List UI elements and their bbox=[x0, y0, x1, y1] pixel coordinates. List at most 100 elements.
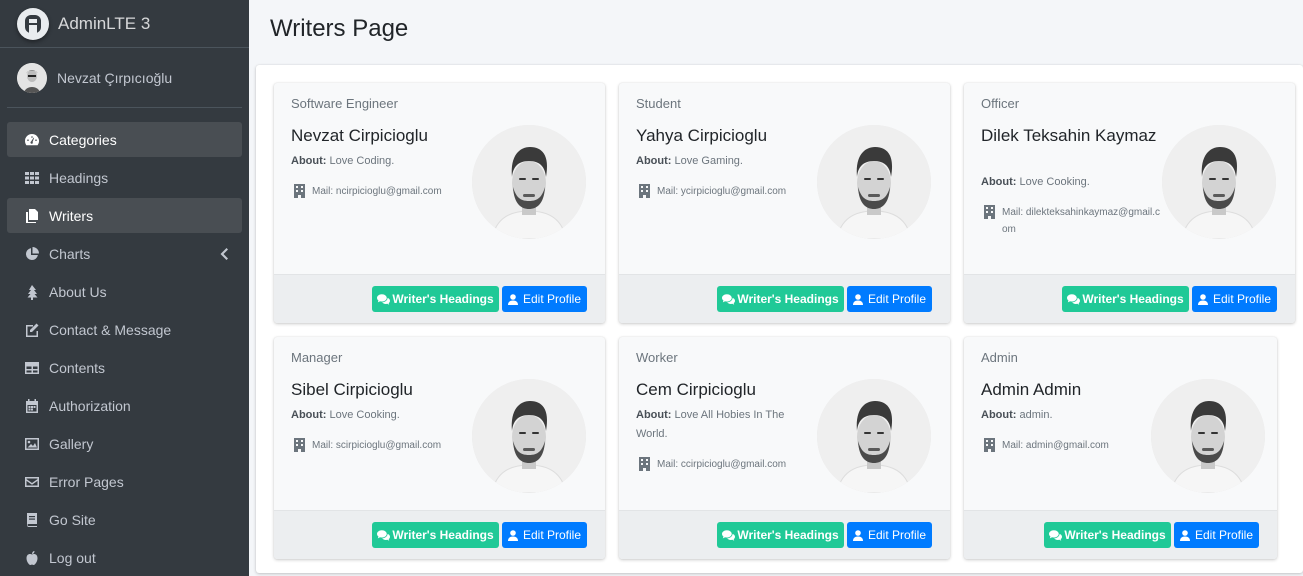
writers-headings-button[interactable]: Writer's Headings bbox=[717, 286, 844, 312]
nav-label: Contact & Message bbox=[49, 321, 172, 338]
building-icon bbox=[984, 204, 996, 238]
writer-name: Nevzat Cirpicioglu bbox=[291, 126, 428, 145]
user-icon bbox=[852, 293, 865, 305]
writer-card: Software Engineer Nevzat Cirpicioglu Abo… bbox=[274, 83, 605, 323]
writer-job: Software Engineer bbox=[291, 96, 398, 111]
user-icon bbox=[507, 529, 520, 541]
writers-headings-button[interactable]: Writer's Headings bbox=[1062, 286, 1189, 312]
about-text: admin. bbox=[1019, 409, 1053, 421]
about-label: About: bbox=[291, 155, 327, 167]
edit-profile-button[interactable]: Edit Profile bbox=[502, 522, 587, 548]
edit-profile-button[interactable]: Edit Profile bbox=[847, 522, 932, 548]
writer-job: Worker bbox=[636, 350, 678, 365]
user-icon bbox=[1179, 529, 1192, 541]
writer-card-body: Student Yahya Cirpicioglu About: Love Ga… bbox=[619, 83, 950, 274]
content-wrapper: Writers Page Software Engineer Nevzat Ci… bbox=[249, 0, 1303, 576]
building-icon bbox=[639, 183, 651, 204]
writer-mail: Mail: scirpicioglu@gmail.com bbox=[294, 437, 474, 458]
headings-button-label: Writer's Headings bbox=[1064, 528, 1166, 542]
headings-button-label: Writer's Headings bbox=[737, 292, 839, 306]
brand-link[interactable]: AdminLTE 3 bbox=[0, 0, 249, 48]
image-icon bbox=[22, 435, 42, 453]
comments-icon bbox=[1067, 293, 1082, 305]
edit-profile-button[interactable]: Edit Profile bbox=[502, 286, 587, 312]
nav-label: Error Pages bbox=[49, 473, 124, 490]
nav-item-authorization[interactable]: Authorization bbox=[7, 388, 242, 423]
about-text: Love Cooking. bbox=[329, 409, 400, 421]
mail-label: Mail: bbox=[312, 440, 334, 451]
nav-item-headings[interactable]: Headings bbox=[7, 160, 242, 195]
writer-card-footer: Writer's Headings Edit Profile bbox=[964, 274, 1295, 323]
nav-item-log-out[interactable]: Log out bbox=[7, 540, 242, 575]
nav-item-go-site[interactable]: Go Site bbox=[7, 502, 242, 537]
nav-label: Headings bbox=[49, 169, 109, 186]
writers-headings-button[interactable]: Writer's Headings bbox=[372, 286, 499, 312]
nav-label: Go Site bbox=[49, 511, 96, 528]
nav-item-contents[interactable]: Contents bbox=[7, 350, 242, 385]
writer-job: Student bbox=[636, 96, 681, 111]
copy-icon bbox=[22, 207, 42, 225]
writers-headings-button[interactable]: Writer's Headings bbox=[1044, 522, 1171, 548]
about-label: About: bbox=[291, 409, 327, 421]
writers-container: Software Engineer Nevzat Cirpicioglu Abo… bbox=[256, 65, 1303, 573]
mail-value: dilekteksahinkaymaz@gmail.com bbox=[1002, 207, 1160, 235]
building-icon bbox=[294, 183, 306, 204]
nav-item-about-us[interactable]: About Us bbox=[7, 274, 242, 309]
mail-text: Mail: ccirpicioglu@gmail.com bbox=[657, 456, 786, 477]
about-text: Love Gaming. bbox=[674, 155, 743, 167]
writers-headings-button[interactable]: Writer's Headings bbox=[717, 522, 844, 548]
mail-label: Mail: bbox=[657, 459, 679, 470]
headings-button-label: Writer's Headings bbox=[392, 292, 494, 306]
headings-button-label: Writer's Headings bbox=[737, 528, 839, 542]
brand-text: AdminLTE 3 bbox=[58, 13, 151, 33]
tree-icon bbox=[22, 283, 42, 301]
writer-mail: Mail: admin@gmail.com bbox=[984, 437, 1164, 458]
mail-text: Mail: ncirpicioglu@gmail.com bbox=[312, 183, 442, 204]
headings-button-label: Writer's Headings bbox=[1082, 292, 1184, 306]
user-panel[interactable]: Nevzat Çırpıcıoğlu bbox=[7, 48, 242, 108]
writer-card-body: Officer Dilek Teksahin Kaymaz About: Lov… bbox=[964, 83, 1295, 274]
edit-profile-button[interactable]: Edit Profile bbox=[847, 286, 932, 312]
writer-name: Dilek Teksahin Kaymaz bbox=[981, 126, 1157, 145]
mail-value: ycirpicioglu@gmail.com bbox=[680, 186, 787, 197]
nav-label: Log out bbox=[49, 549, 96, 566]
table-icon bbox=[22, 359, 42, 377]
nav-item-writers[interactable]: Writers bbox=[7, 198, 242, 233]
writer-about: About: Love All Hobies In The World. bbox=[636, 406, 816, 444]
nav-item-categories[interactable]: Categories bbox=[7, 122, 242, 157]
writer-about: About: Love Coding. bbox=[291, 152, 471, 171]
edit-button-label: Edit Profile bbox=[522, 292, 582, 306]
writer-mail: Mail: ncirpicioglu@gmail.com bbox=[294, 183, 474, 204]
nav-item-error-pages[interactable]: Error Pages bbox=[7, 464, 242, 499]
nav-label: Contents bbox=[49, 359, 106, 376]
writer-mail: Mail: ccirpicioglu@gmail.com bbox=[639, 456, 819, 477]
edit-profile-button[interactable]: Edit Profile bbox=[1192, 286, 1277, 312]
pie-chart-icon bbox=[22, 245, 42, 263]
edit-profile-button[interactable]: Edit Profile bbox=[1174, 522, 1259, 548]
writer-name: Sibel Cirpicioglu bbox=[291, 380, 413, 399]
mail-text: Mail: admin@gmail.com bbox=[1002, 437, 1109, 458]
nav-item-contact[interactable]: Contact & Message bbox=[7, 312, 242, 347]
writers-headings-button[interactable]: Writer's Headings bbox=[372, 522, 499, 548]
nav-label: Categories bbox=[49, 131, 117, 148]
writer-name: Cem Cirpicioglu bbox=[636, 380, 756, 399]
envelope-icon bbox=[22, 473, 42, 491]
writer-card: Student Yahya Cirpicioglu About: Love Ga… bbox=[619, 83, 950, 323]
writer-about: About: Love Gaming. bbox=[636, 152, 816, 171]
writer-photo bbox=[472, 125, 586, 239]
nav-item-charts[interactable]: Charts bbox=[7, 236, 242, 271]
chevron-left-icon[interactable] bbox=[220, 247, 228, 263]
apple-icon bbox=[22, 549, 42, 567]
nav-label: About Us bbox=[49, 283, 107, 300]
mail-value: ncirpicioglu@gmail.com bbox=[335, 186, 442, 197]
sidebar: AdminLTE 3 Nevzat Çırpıcıoğlu Categories… bbox=[0, 0, 249, 576]
writer-photo bbox=[817, 379, 931, 493]
book-icon bbox=[22, 511, 42, 529]
edit-icon bbox=[22, 321, 42, 339]
page-title: Writers Page bbox=[270, 15, 409, 42]
mail-label: Mail: bbox=[1002, 207, 1024, 218]
writer-card-body: Manager Sibel Cirpicioglu About: Love Co… bbox=[274, 337, 605, 510]
writer-photo bbox=[1151, 379, 1265, 493]
nav-item-gallery[interactable]: Gallery bbox=[7, 426, 242, 461]
writer-photo bbox=[472, 379, 586, 493]
